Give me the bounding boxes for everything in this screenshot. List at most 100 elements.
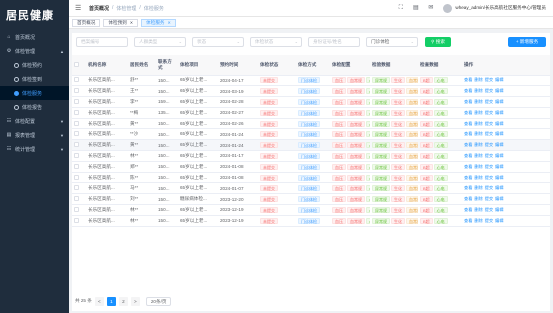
avatar[interactable] xyxy=(443,3,453,13)
status-select[interactable]: 状态 ⌄ xyxy=(192,37,244,47)
prev-page-button[interactable]: < xyxy=(94,296,104,306)
user-name[interactable]: wheay_admin/长乐高航社区服务中心/管理员 xyxy=(455,5,546,11)
fullscreen-icon[interactable]: ⛶ xyxy=(396,4,405,13)
breadcrumb-home[interactable]: 首页概况 xyxy=(89,5,109,12)
delete-action[interactable]: 删除 xyxy=(474,142,482,147)
table-row[interactable]: 长乐区高航... 林** 150... 65岁以上老... 2023-12-19 未提交 门… xyxy=(72,204,550,216)
view-action[interactable]: 查看 xyxy=(464,218,472,223)
sidebar-subitem[interactable]: 体检预约 xyxy=(0,58,69,72)
submit-action[interactable]: 提交 xyxy=(485,110,493,115)
submit-action[interactable]: 提交 xyxy=(485,121,493,126)
row-checkbox[interactable] xyxy=(74,120,79,126)
breadcrumb-mid[interactable]: 体检管理 xyxy=(116,5,136,12)
close-icon[interactable]: ✕ xyxy=(168,20,171,25)
edit-action[interactable]: 编辑 xyxy=(495,88,503,93)
tag-home[interactable]: 首页概况 xyxy=(72,18,101,27)
table-row[interactable]: 长乐区高航... 刘** 150... 糖尿病体检... 2023-12-20 未提交 门诊… xyxy=(72,193,550,206)
row-checkbox[interactable] xyxy=(74,109,79,115)
delete-action[interactable]: 删除 xyxy=(474,131,482,136)
edit-action[interactable]: 编辑 xyxy=(495,99,503,104)
row-checkbox[interactable] xyxy=(74,185,79,191)
table-row[interactable]: 长乐区高航... 舒** 150... 65岁以上老... 2024-04-17 未提交 门… xyxy=(72,75,550,87)
page-size-select[interactable]: 20条/页 xyxy=(145,296,172,306)
sidebar-subitem[interactable]: 体检服务 xyxy=(0,86,69,100)
submit-action[interactable]: 提交 xyxy=(485,175,493,180)
search-button[interactable]: ⚲ 搜索 xyxy=(425,37,451,47)
table-row[interactable]: 长乐区高航... 陈** 150... 65岁以上老... 2024-01-08 未提交 门… xyxy=(72,172,550,184)
submit-action[interactable]: 提交 xyxy=(485,164,493,169)
submit-action[interactable]: 提交 xyxy=(485,185,493,190)
edit-action[interactable]: 编辑 xyxy=(495,142,503,147)
add-service-button[interactable]: + 新增服务 xyxy=(508,37,546,47)
table-row[interactable]: 长乐区高航... 郑** 150... 65岁以上老... 2024-01-08 未提交 门… xyxy=(72,161,550,173)
sidebar-item[interactable]: ☷ 体检配置 ▼ xyxy=(0,114,69,128)
edit-action[interactable]: 编辑 xyxy=(495,153,503,158)
view-action[interactable]: 查看 xyxy=(464,207,472,212)
submit-action[interactable]: 提交 xyxy=(485,196,493,201)
next-page-button[interactable]: > xyxy=(130,296,140,306)
view-action[interactable]: 查看 xyxy=(464,131,472,136)
delete-action[interactable]: 删除 xyxy=(474,185,482,190)
row-checkbox[interactable] xyxy=(74,88,79,94)
delete-action[interactable]: 删除 xyxy=(474,121,482,126)
delete-action[interactable]: 删除 xyxy=(474,88,482,93)
delete-action[interactable]: 删除 xyxy=(474,110,482,115)
submit-action[interactable]: 提交 xyxy=(485,218,493,223)
view-action[interactable]: 查看 xyxy=(464,110,472,115)
id-name-input[interactable]: 身份证号/姓名 xyxy=(308,37,360,47)
table-row[interactable]: 长乐区高航... 林** 150... 65岁以上老... 2023-12-19 未提交 门… xyxy=(72,215,550,227)
edit-action[interactable]: 编辑 xyxy=(495,185,503,190)
close-icon[interactable]: ✕ xyxy=(130,20,133,25)
submit-action[interactable]: 提交 xyxy=(485,77,493,82)
row-checkbox[interactable] xyxy=(74,206,79,212)
view-action[interactable]: 查看 xyxy=(464,196,472,201)
table-row[interactable]: 长乐区高航... 王** 150... 65岁以上老... 2024-03-19 未提交 门… xyxy=(72,85,550,98)
sidebar-item[interactable]: ⌂ 首页概况 xyxy=(0,30,69,44)
view-action[interactable]: 查看 xyxy=(464,121,472,126)
view-action[interactable]: 查看 xyxy=(464,185,472,190)
page-2-button[interactable]: 2 xyxy=(118,296,128,306)
mail-icon[interactable]: ✉ xyxy=(426,4,435,13)
row-checkbox[interactable] xyxy=(74,98,79,104)
submit-action[interactable]: 提交 xyxy=(485,88,493,93)
edit-action[interactable]: 编辑 xyxy=(495,218,503,223)
row-checkbox[interactable] xyxy=(74,77,79,83)
view-action[interactable]: 查看 xyxy=(464,99,472,104)
edit-action[interactable]: 编辑 xyxy=(495,175,503,180)
page-1-button[interactable]: 1 xyxy=(106,296,116,306)
edit-action[interactable]: 编辑 xyxy=(495,196,503,201)
table-row[interactable]: 长乐区高航... **沙 150... 65岁以上老... 2024-01-24 未提交 门… xyxy=(72,128,550,141)
select-all-checkbox[interactable] xyxy=(74,61,79,67)
delete-action[interactable]: 删除 xyxy=(474,196,482,201)
sidebar-item[interactable]: ☷ 统计管理 ▼ xyxy=(0,142,69,156)
delete-action[interactable]: 删除 xyxy=(474,207,482,212)
row-checkbox[interactable] xyxy=(74,142,79,148)
table-row[interactable]: 长乐区高航... 黄** 150... 65岁以上老... 2024-01-24 未提交 门… xyxy=(72,139,550,152)
view-action[interactable]: 查看 xyxy=(464,153,472,158)
tag-checkin[interactable]: 体检预到 ✕ xyxy=(103,18,139,27)
crowd-type-select[interactable]: 人群类型 ⌄ xyxy=(134,37,186,47)
hamburger-icon[interactable]: ☰ xyxy=(75,4,85,12)
view-action[interactable]: 查看 xyxy=(464,88,472,93)
table-row[interactable]: 长乐区高航... 李** 159... 65岁以上老... 2024-02-28 未提交 门… xyxy=(72,96,550,108)
delete-action[interactable]: 删除 xyxy=(474,164,482,169)
exam-type-select[interactable]: 门诊体检 ⌄ xyxy=(366,37,418,47)
edit-action[interactable]: 编辑 xyxy=(495,77,503,82)
sidebar-subitem[interactable]: 体检报告 xyxy=(0,100,69,114)
sidebar-item[interactable]: ⚙ 体检管理 ▲ xyxy=(0,44,69,58)
exam-status-select[interactable]: 体检状态 ⌄ xyxy=(250,37,302,47)
bell-icon[interactable]: ▤ xyxy=(411,4,420,13)
view-action[interactable]: 查看 xyxy=(464,77,472,82)
sidebar-subitem[interactable]: 体检签到 xyxy=(0,72,69,86)
row-checkbox[interactable] xyxy=(74,174,79,180)
edit-action[interactable]: 编辑 xyxy=(495,207,503,212)
archive-no-input[interactable]: 档案编号 xyxy=(76,37,128,47)
edit-action[interactable]: 编辑 xyxy=(495,164,503,169)
row-checkbox[interactable] xyxy=(74,163,79,169)
view-action[interactable]: 查看 xyxy=(464,164,472,169)
row-checkbox[interactable] xyxy=(74,217,79,223)
delete-action[interactable]: 删除 xyxy=(474,77,482,82)
table-row[interactable]: 长乐区高航... 林** 150... 65岁以上老... 2024-01-17 未提交 门… xyxy=(72,150,550,162)
delete-action[interactable]: 删除 xyxy=(474,153,482,158)
submit-action[interactable]: 提交 xyxy=(485,153,493,158)
